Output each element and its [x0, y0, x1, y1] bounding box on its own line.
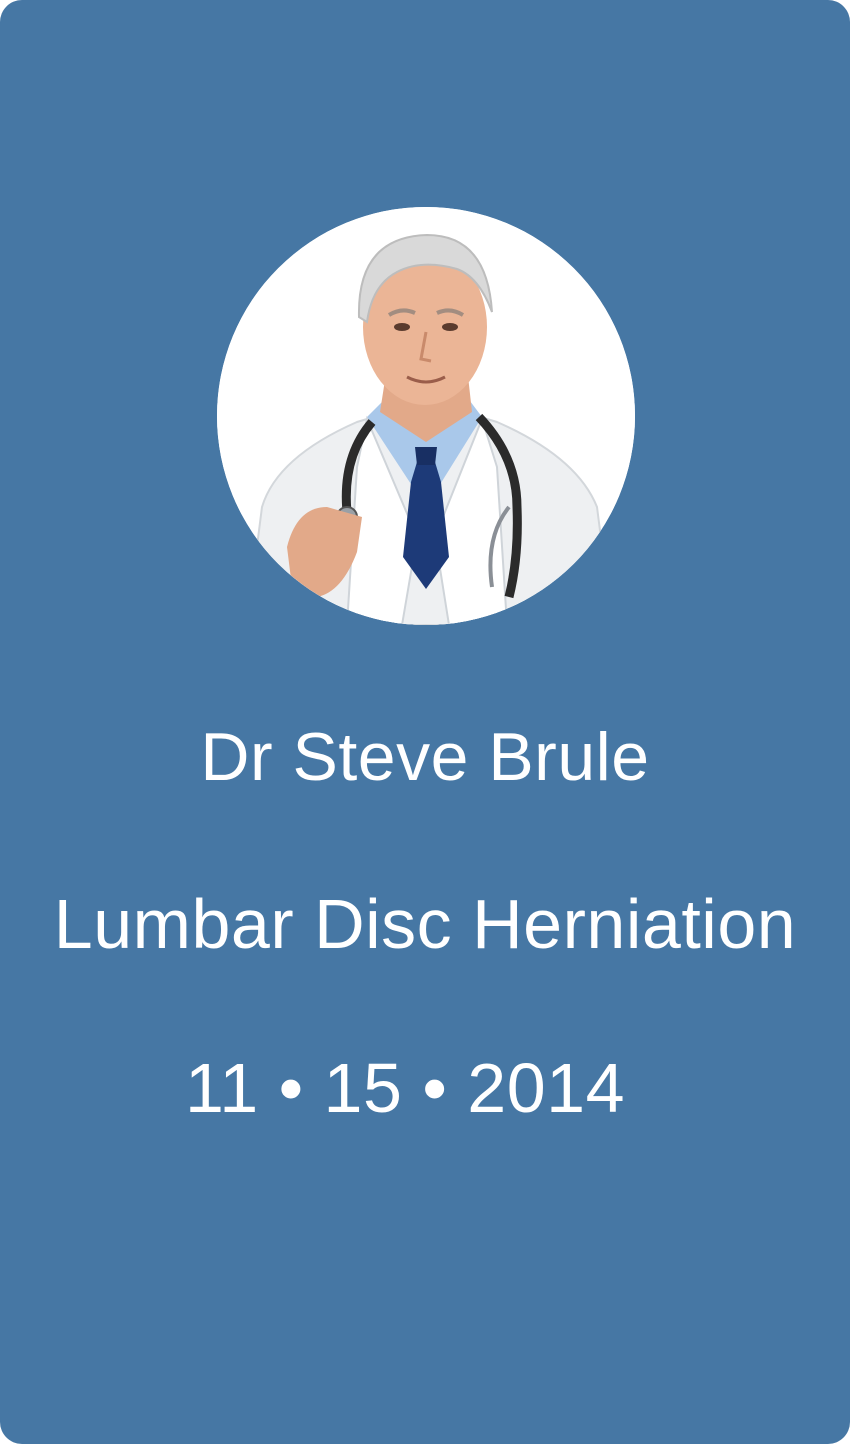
doctor-avatar	[217, 207, 635, 625]
condition-title: Lumbar Disc Herniation	[53, 885, 797, 963]
doctor-portrait-icon	[217, 207, 635, 625]
profile-card: Dr Steve Brule Lumbar Disc Herniation 11…	[0, 0, 850, 1444]
doctor-name: Dr Steve Brule	[200, 719, 650, 795]
visit-date: 11 • 15 • 2014	[184, 1049, 626, 1127]
